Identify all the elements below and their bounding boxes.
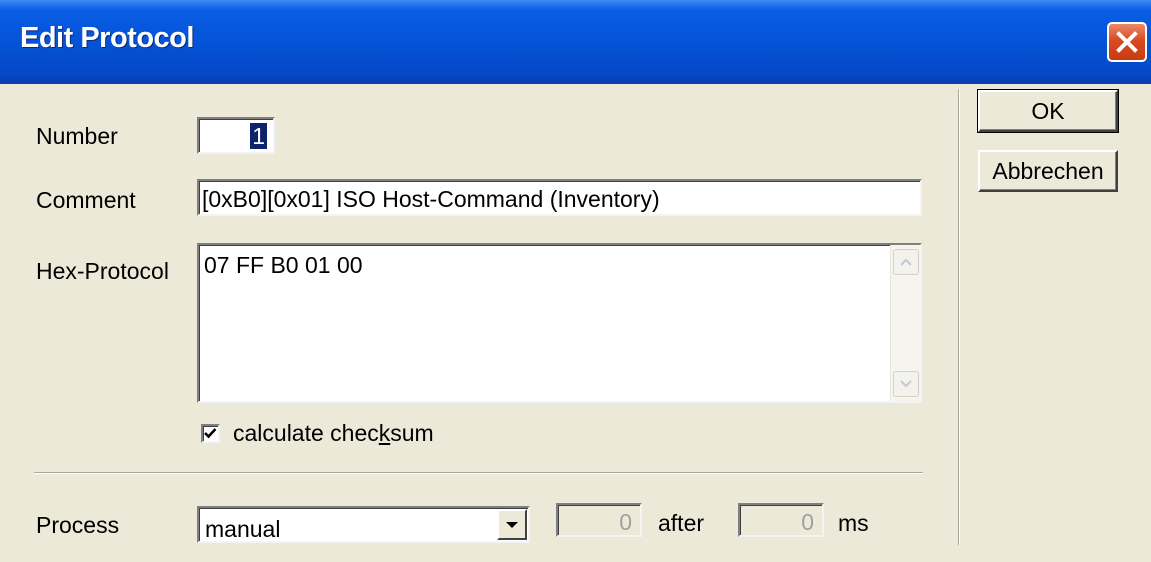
hex-protocol-textarea[interactable]: 07 FF B0 01 00: [197, 243, 922, 403]
dialog-title: Edit Protocol: [20, 22, 194, 54]
title-bar[interactable]: Edit Protocol: [0, 0, 1151, 84]
scroll-down-button[interactable]: [893, 371, 919, 397]
ms-input[interactable]: 0: [738, 503, 824, 537]
hex-protocol-value: 07 FF B0 01 00: [204, 252, 363, 278]
checkmark-icon: [204, 428, 217, 439]
close-icon: [1116, 31, 1138, 53]
ok-button[interactable]: OK: [977, 89, 1119, 133]
ms-value: 0: [801, 509, 814, 535]
process-dropdown-button[interactable]: [497, 509, 527, 540]
comment-value: [0xB0][0x01] ISO Host-Command (Inventory…: [202, 186, 660, 212]
cancel-button[interactable]: Abbrechen: [978, 150, 1118, 192]
calculate-checksum-label: calculate checksum: [233, 420, 434, 446]
calculate-checksum-checkbox[interactable]: [201, 424, 220, 443]
vertical-divider: [958, 89, 960, 545]
process-label: Process: [36, 512, 120, 538]
dropdown-arrow-icon: [506, 521, 518, 528]
hex-protocol-label: Hex-Protocol: [36, 258, 169, 284]
process-select[interactable]: manual: [197, 506, 530, 543]
section-divider: [34, 472, 923, 474]
chevron-up-icon: [900, 258, 912, 266]
delay-value: 0: [619, 509, 632, 535]
comment-input[interactable]: [0xB0][0x01] ISO Host-Command (Inventory…: [197, 179, 922, 216]
number-input[interactable]: 1: [197, 117, 275, 154]
comment-label: Comment: [36, 187, 136, 213]
number-value: 1: [250, 123, 267, 149]
chevron-down-icon: [900, 380, 912, 388]
edit-protocol-dialog: Edit Protocol Number 1 Comment [0xB0][0x…: [0, 0, 1151, 562]
scroll-up-button[interactable]: [893, 249, 919, 275]
hex-protocol-scrollbar[interactable]: [890, 245, 920, 401]
ms-label: ms: [838, 510, 869, 536]
calculate-checksum-row[interactable]: calculate checksum: [201, 420, 434, 447]
number-label: Number: [36, 123, 118, 149]
process-selected-value: manual: [205, 516, 281, 542]
delay-input[interactable]: 0: [556, 503, 642, 537]
close-button[interactable]: [1107, 22, 1147, 62]
after-label: after: [658, 510, 705, 536]
